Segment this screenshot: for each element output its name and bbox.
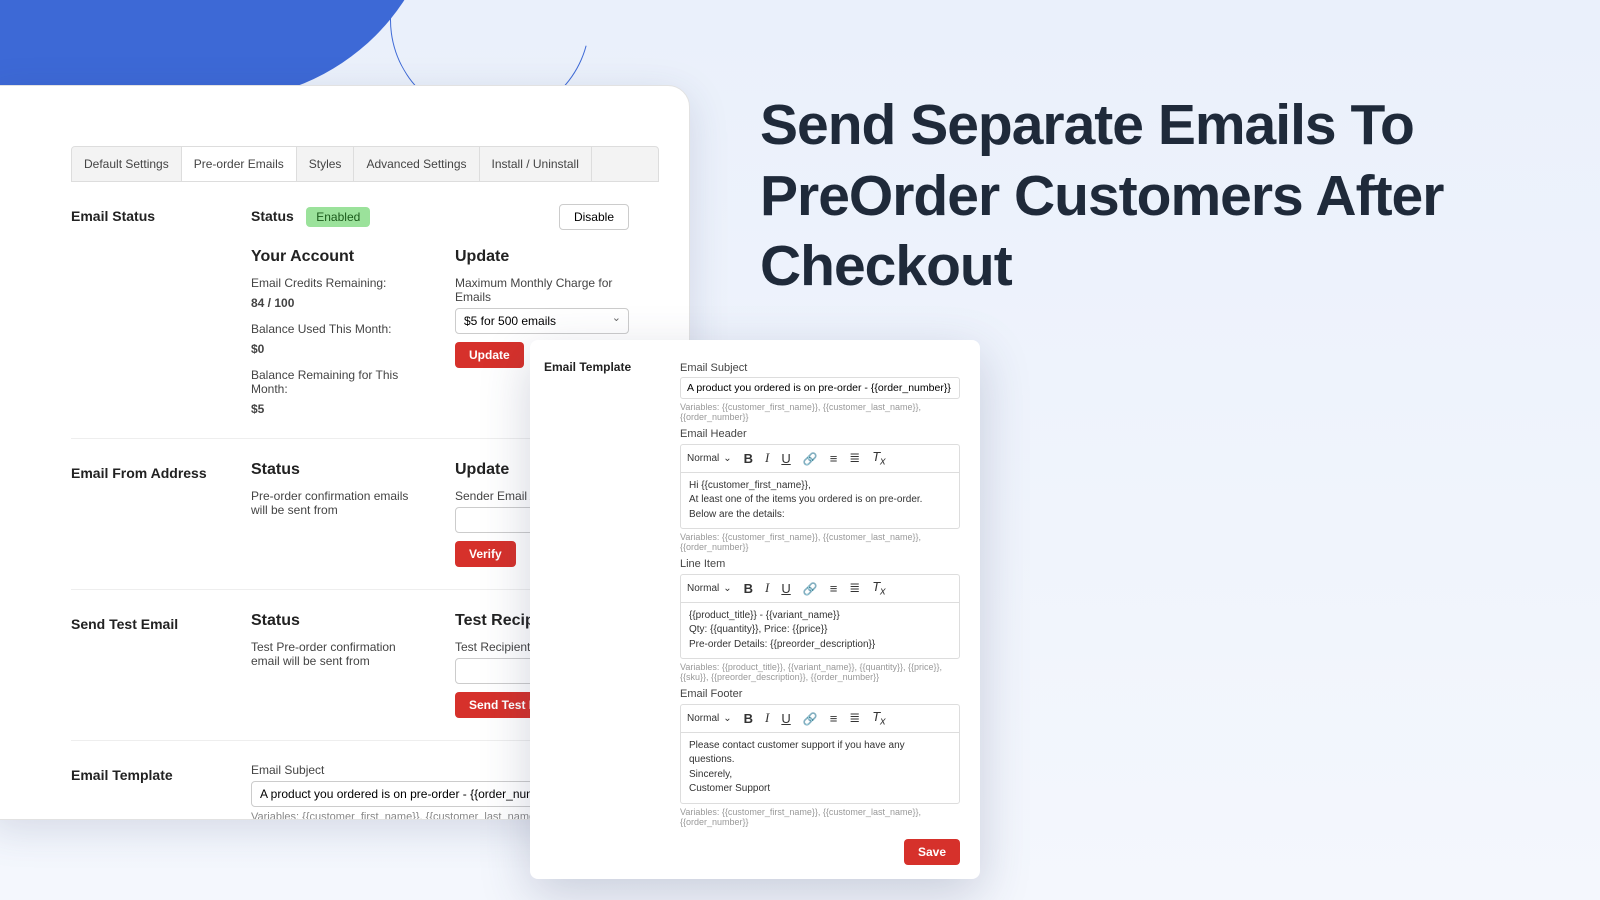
chevron-down-icon: ⌄ bbox=[723, 583, 731, 594]
section-label: Email Template bbox=[71, 763, 251, 820]
italic-icon[interactable]: I bbox=[765, 450, 769, 466]
format-select[interactable]: Normal ⌄ bbox=[687, 453, 732, 464]
bold-icon[interactable]: B bbox=[744, 711, 753, 726]
line-editor[interactable]: {{product_title}} - {{variant_name}} Qty… bbox=[680, 602, 960, 660]
balance-remaining-value: $5 bbox=[251, 402, 425, 416]
status-badge: Enabled bbox=[306, 207, 370, 227]
card-title: Email Template bbox=[530, 356, 680, 827]
line-vars: Variables: {{product_title}}, {{variant_… bbox=[680, 662, 960, 682]
tab-default-settings[interactable]: Default Settings bbox=[72, 147, 182, 181]
clear-format-icon[interactable]: Tx bbox=[872, 579, 885, 598]
header-editor[interactable]: Hi {{customer_first_name}}, At least one… bbox=[680, 472, 960, 530]
line-toolbar: Normal ⌄ B I U Tx bbox=[680, 574, 960, 602]
chevron-down-icon: ⌄ bbox=[723, 453, 731, 464]
header-label: Email Header bbox=[680, 428, 960, 440]
footer-toolbar: Normal ⌄ B I U Tx bbox=[680, 704, 960, 732]
header-toolbar: Normal ⌄ B I U Tx bbox=[680, 444, 960, 472]
link-icon[interactable] bbox=[803, 711, 818, 726]
underline-icon[interactable]: U bbox=[781, 451, 790, 466]
unordered-list-icon[interactable] bbox=[849, 710, 860, 726]
status-text: Pre-order confirmation emails will be se… bbox=[251, 489, 425, 517]
subject-label: Email Subject bbox=[680, 362, 960, 374]
subject-input[interactable] bbox=[680, 377, 960, 399]
italic-icon[interactable]: I bbox=[765, 580, 769, 596]
tab-install-uninstall[interactable]: Install / Uninstall bbox=[480, 147, 592, 181]
clear-format-icon[interactable]: Tx bbox=[872, 709, 885, 728]
your-account-heading: Your Account bbox=[251, 248, 425, 266]
verify-button[interactable]: Verify bbox=[455, 541, 516, 567]
italic-icon[interactable]: I bbox=[765, 710, 769, 726]
email-template-card: Email Template Email Subject Variables: … bbox=[530, 340, 980, 879]
unordered-list-icon[interactable] bbox=[849, 580, 860, 596]
max-charge-select[interactable]: $5 for 500 emails bbox=[455, 308, 629, 334]
page-headline: Send Separate Emails To PreOrder Custome… bbox=[760, 90, 1600, 302]
bold-icon[interactable]: B bbox=[744, 581, 753, 596]
status-heading: Status bbox=[251, 612, 425, 630]
credits-value: 84 / 100 bbox=[251, 296, 425, 310]
balance-remaining-label: Balance Remaining for This Month: bbox=[251, 368, 425, 396]
disable-button[interactable]: Disable bbox=[559, 204, 629, 230]
save-button[interactable]: Save bbox=[904, 839, 960, 865]
unordered-list-icon[interactable] bbox=[849, 450, 860, 466]
status-text: Test Pre-order confirmation email will b… bbox=[251, 640, 425, 668]
balance-used-value: $0 bbox=[251, 342, 425, 356]
tab-preorder-emails[interactable]: Pre-order Emails bbox=[182, 147, 297, 181]
credits-label: Email Credits Remaining: bbox=[251, 276, 425, 290]
status-heading: Status bbox=[251, 461, 425, 479]
underline-icon[interactable]: U bbox=[781, 711, 790, 726]
update-heading: Update bbox=[455, 248, 629, 266]
line-item-label: Line Item bbox=[680, 558, 960, 570]
link-icon[interactable] bbox=[803, 451, 818, 466]
section-label: Email Status bbox=[71, 204, 251, 416]
subject-vars: Variables: {{customer_first_name}}, {{cu… bbox=[680, 402, 960, 422]
clear-format-icon[interactable]: Tx bbox=[872, 449, 885, 468]
footer-vars: Variables: {{customer_first_name}}, {{cu… bbox=[680, 807, 960, 827]
format-select[interactable]: Normal ⌄ bbox=[687, 713, 732, 724]
tab-advanced-settings[interactable]: Advanced Settings bbox=[354, 147, 479, 181]
underline-icon[interactable]: U bbox=[781, 581, 790, 596]
header-vars: Variables: {{customer_first_name}}, {{cu… bbox=[680, 532, 960, 552]
ordered-list-icon[interactable] bbox=[830, 711, 838, 726]
format-select[interactable]: Normal ⌄ bbox=[687, 583, 732, 594]
footer-editor[interactable]: Please contact customer support if you h… bbox=[680, 732, 960, 804]
balance-used-label: Balance Used This Month: bbox=[251, 322, 425, 336]
chevron-down-icon: ⌄ bbox=[723, 713, 731, 724]
bold-icon[interactable]: B bbox=[744, 451, 753, 466]
link-icon[interactable] bbox=[803, 581, 818, 596]
tab-bar: Default Settings Pre-order Emails Styles… bbox=[71, 146, 659, 182]
section-label: Email From Address bbox=[71, 461, 251, 567]
footer-label: Email Footer bbox=[680, 688, 960, 700]
update-button[interactable]: Update bbox=[455, 342, 524, 368]
status-label: Status bbox=[251, 208, 294, 224]
ordered-list-icon[interactable] bbox=[830, 581, 838, 596]
tab-styles[interactable]: Styles bbox=[297, 147, 355, 181]
max-charge-label: Maximum Monthly Charge for Emails bbox=[455, 276, 629, 304]
section-label: Send Test Email bbox=[71, 612, 251, 718]
ordered-list-icon[interactable] bbox=[830, 451, 838, 466]
